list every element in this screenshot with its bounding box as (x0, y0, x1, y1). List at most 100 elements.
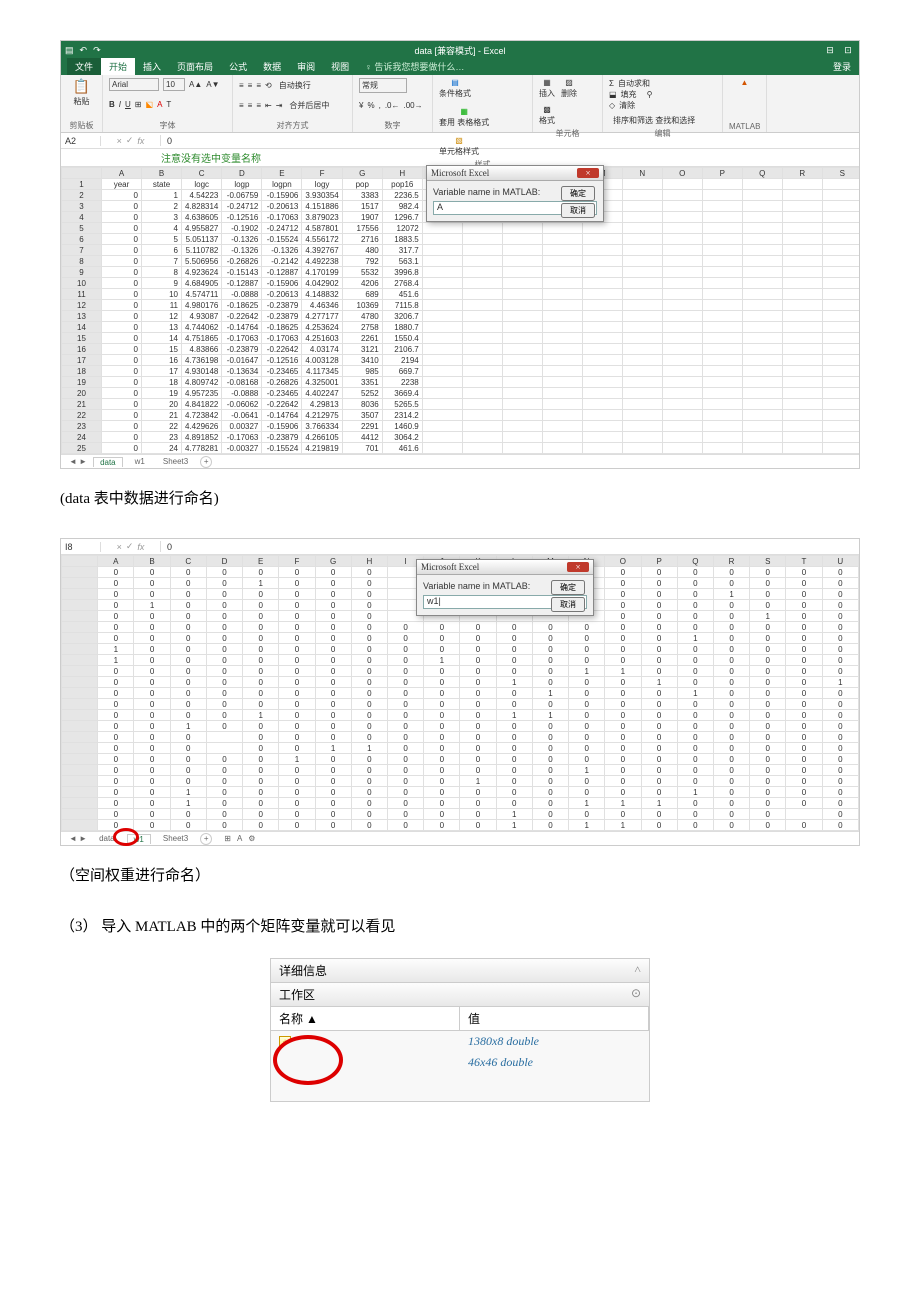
chevron-up-icon[interactable]: ˄ (634, 962, 641, 979)
col-value-header[interactable]: 值 (460, 1007, 649, 1030)
undo-icon[interactable]: ↶ (80, 45, 88, 56)
italic-button[interactable]: I (119, 100, 121, 109)
wrap-label[interactable]: 自动换行 (276, 78, 314, 93)
sheet-tab-sheet3[interactable]: Sheet3 (157, 834, 194, 843)
fill-icon[interactable]: ⬓ (609, 90, 617, 99)
save-icon[interactable]: ▤ (65, 45, 74, 56)
tab-formula[interactable]: 公式 (221, 58, 255, 75)
format-icon[interactable]: ▩ (543, 105, 551, 114)
formula-value-2[interactable]: 0 (161, 542, 859, 552)
tab-review[interactable]: 审阅 (289, 58, 323, 75)
sheet-tab-w1[interactable]: w1 (129, 457, 151, 466)
dialog-close-icon[interactable]: × (567, 562, 589, 572)
tab-nav-arrows[interactable]: ◄ ► (69, 834, 87, 843)
paste-icon[interactable]: 📋 (73, 78, 90, 95)
indent-dec-icon[interactable]: ⇤ (265, 101, 272, 110)
dialog-ok-button[interactable]: 确定 (561, 186, 595, 201)
status-avg-icon: ⊞ (224, 834, 231, 843)
sheet-tabs-2: ◄ ► data w1 Sheet3 + ⊞ A ⚙ (61, 831, 859, 845)
align-bot-icon[interactable]: ≡ (256, 81, 261, 90)
matlab-icon[interactable]: ▲ (741, 78, 749, 87)
min-icon[interactable]: ⊟ (823, 45, 837, 56)
titlebar: ▤ ↶ ↷ data [兼容模式] - Excel ⊟ ⊡ (61, 41, 859, 59)
dialog-close-icon[interactable]: × (577, 168, 599, 178)
align-center-icon[interactable]: ≡ (248, 101, 253, 110)
indent-inc-icon[interactable]: ⇥ (276, 101, 283, 110)
panel-workspace-title[interactable]: 工作区 ⊙ (271, 983, 649, 1007)
underline-button[interactable]: U (125, 100, 131, 109)
tab-file[interactable]: 文件 (67, 58, 101, 75)
tab-view[interactable]: 视图 (323, 58, 357, 75)
name-box[interactable]: A2 (61, 136, 101, 146)
dropdown-icon[interactable]: ⊙ (631, 986, 641, 1003)
dialog-cancel-button-2[interactable]: 取消 (551, 597, 585, 612)
currency-icon[interactable]: ¥ (359, 101, 363, 110)
clear-icon[interactable]: ◇ (609, 101, 615, 110)
align-left-icon[interactable]: ≡ (239, 101, 244, 110)
tab-data[interactable]: 数据 (255, 58, 289, 75)
name-box-2[interactable]: I8 (61, 542, 101, 552)
new-sheet-button[interactable]: + (200, 456, 212, 468)
inc-decimal-icon[interactable]: .0← (385, 101, 400, 110)
ribbon-tabs: 文件 开始 插入 页面布局 公式 数据 审阅 视图 ♀ 告诉我您想要做什么… 登… (61, 59, 859, 75)
autosum-label: 自动求和 (618, 78, 650, 89)
orientation-icon[interactable]: ⟲ (265, 81, 272, 90)
formula-bar-2: I8 × ✓ fx 0 (61, 539, 859, 555)
annotation-red-circle-2 (273, 1035, 343, 1085)
enter-fx-icon[interactable]: ✓ (126, 541, 134, 552)
formula-value[interactable]: 0 (161, 136, 859, 146)
condfmt-icon[interactable]: ▤ (451, 78, 459, 87)
number-format[interactable]: 常规 (359, 78, 407, 93)
dec-decimal-icon[interactable]: .00→ (403, 101, 422, 110)
bold-button[interactable]: B (109, 100, 115, 109)
tab-layout[interactable]: 页面布局 (169, 58, 221, 75)
max-icon[interactable]: ⊡ (841, 45, 855, 56)
font-color-icon[interactable]: A (157, 100, 162, 109)
window-title: data [兼容模式] - Excel (61, 44, 859, 57)
tab-start[interactable]: 开始 (101, 58, 135, 75)
comma-icon[interactable]: , (379, 101, 381, 110)
col-name-header[interactable]: 名称 ▲ (271, 1007, 460, 1030)
cancel-fx-icon[interactable]: × (117, 136, 122, 146)
sheet-tabs: ◄ ► data w1 Sheet3 + (61, 454, 859, 468)
delete-icon[interactable]: ▨ (565, 78, 573, 87)
font-name[interactable]: Arial (109, 78, 159, 91)
status-A-icon: A (237, 834, 242, 843)
align-top-icon[interactable]: ≡ (239, 81, 244, 90)
tablefmt-icon[interactable]: ▦ (460, 107, 468, 116)
enter-fx-icon[interactable]: ✓ (126, 135, 134, 146)
font-size[interactable]: 10 (163, 78, 185, 91)
sheet-tab-sheet3[interactable]: Sheet3 (157, 457, 194, 466)
align-mid-icon[interactable]: ≡ (248, 81, 253, 90)
gear-icon[interactable]: ⚙ (248, 834, 255, 843)
fx-icon[interactable]: fx (137, 136, 144, 146)
fx-icon[interactable]: fx (137, 542, 144, 552)
group-font: 字体 (109, 120, 226, 131)
step-3-text: （3） 导入 MATLAB 中的两个矩阵变量就可以看见 (60, 915, 860, 936)
decrease-font-icon[interactable]: A▼ (206, 80, 219, 89)
sheet-tab-data[interactable]: data (93, 457, 123, 467)
group-clipboard: 剪贴板 (67, 120, 96, 131)
tab-insert[interactable]: 插入 (135, 58, 169, 75)
fill-color-icon[interactable]: ⬕ (146, 100, 154, 109)
align-right-icon[interactable]: ≡ (256, 101, 261, 110)
caption-2: （空间权重进行命名） (60, 864, 860, 885)
new-sheet-button[interactable]: + (200, 833, 212, 845)
insert-icon[interactable]: ▦ (543, 78, 551, 87)
sort-find-icon[interactable]: ⚲ (647, 90, 653, 99)
border-icon[interactable]: ⊞ (135, 100, 142, 109)
caption-1: (data 表中数据进行命名) (60, 487, 860, 508)
panel-detail-title[interactable]: 详细信息 ˄ (271, 959, 649, 983)
tell-me[interactable]: ♀ 告诉我您想要做什么… (357, 58, 472, 75)
merge-label[interactable]: 合并后居中 (286, 98, 332, 113)
increase-font-icon[interactable]: A▲ (189, 80, 202, 89)
dialog-cancel-button[interactable]: 取消 (561, 203, 595, 218)
redo-icon[interactable]: ↷ (93, 45, 101, 56)
phonetic-icon[interactable]: Τ (166, 100, 171, 109)
dialog-ok-button-2[interactable]: 确定 (551, 580, 585, 595)
tab-nav-arrows[interactable]: ◄ ► (69, 457, 87, 466)
account-login[interactable]: 登录 (825, 58, 859, 75)
percent-icon[interactable]: % (367, 101, 374, 110)
cancel-fx-icon[interactable]: × (117, 542, 122, 552)
autosum-icon[interactable]: Σ (609, 79, 614, 88)
